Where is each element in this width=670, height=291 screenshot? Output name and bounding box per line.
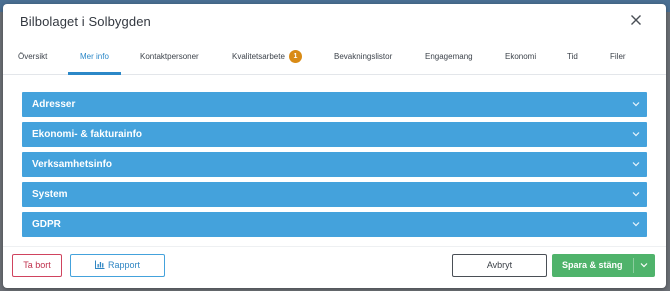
split-divider (633, 258, 634, 273)
tab-label: Kontaktpersoner (140, 52, 199, 61)
cancel-button[interactable]: Avbryt (452, 254, 547, 277)
tab-label: Tid (567, 52, 578, 61)
save-and-close-button[interactable]: Spara & stäng (552, 254, 655, 277)
cancel-button-label: Avbryt (486, 260, 513, 270)
chevron-down-icon (632, 192, 640, 197)
close-button[interactable] (628, 12, 644, 28)
tab-label: Filer (610, 52, 626, 61)
chevron-down-icon (632, 102, 640, 107)
chevron-down-icon[interactable] (640, 262, 648, 268)
company-dialog: Bilbolaget i Solbygden Översikt Mer info… (3, 4, 666, 288)
tab-engagemang[interactable]: Engagemang (425, 42, 473, 75)
section-title: GDPR (32, 219, 61, 230)
report-button-label: Rapport (107, 260, 141, 270)
tab-oversikt[interactable]: Översikt (18, 42, 47, 75)
dialog-title: Bilbolaget i Solbygden (20, 14, 151, 29)
footer-divider (3, 246, 666, 247)
section-ekonomi-fakturainfo[interactable]: Ekonomi- & fakturainfo (22, 122, 647, 147)
section-gdpr[interactable]: GDPR (22, 212, 647, 237)
tab-kvalitetsarbete[interactable]: Kvalitetsarbete 1 (232, 42, 302, 75)
tab-bevakningslistor[interactable]: Bevakningslistor (334, 42, 392, 75)
tab-label: Mer info (80, 52, 109, 61)
section-title: Verksamhetsinfo (32, 159, 113, 170)
tab-kontaktpersoner[interactable]: Kontaktpersoner (140, 42, 199, 75)
dialog-header: Bilbolaget i Solbygden (3, 4, 666, 40)
section-adresser[interactable]: Adresser (22, 92, 647, 117)
tab-label: Bevakningslistor (334, 52, 393, 61)
tab-tid[interactable]: Tid (567, 42, 578, 75)
tab-filer[interactable]: Filer (610, 42, 626, 75)
close-icon (631, 15, 641, 25)
delete-button-label: Ta bort (23, 260, 51, 270)
tab-label: Kvalitetsarbete (232, 52, 285, 61)
delete-button[interactable]: Ta bort (12, 254, 62, 277)
save-button-label: Spara & stäng (562, 260, 623, 270)
tab-label: Engagemang (425, 52, 473, 61)
tab-label: Översikt (18, 52, 48, 61)
report-button[interactable]: Rapport (70, 254, 165, 277)
bar-chart-icon (94, 260, 105, 269)
section-title: Ekonomi- & fakturainfo (32, 129, 143, 140)
chevron-down-icon (632, 132, 640, 137)
chevron-down-icon (632, 222, 640, 227)
accordion: Adresser Ekonomi- & fakturainfo Verksamh… (22, 92, 647, 242)
section-title: Adresser (32, 99, 76, 110)
section-verksamhetsinfo[interactable]: Verksamhetsinfo (22, 152, 647, 177)
tab-mer-info[interactable]: Mer info (68, 42, 121, 75)
section-system[interactable]: System (22, 182, 647, 207)
chevron-down-icon (632, 162, 640, 167)
tab-ekonomi[interactable]: Ekonomi (505, 42, 536, 75)
tab-bar: Översikt Mer info Kontaktpersoner Kvalit… (3, 42, 666, 75)
notification-badge: 1 (288, 50, 302, 63)
section-title: System (32, 189, 68, 200)
tab-label: Ekonomi (505, 52, 537, 61)
